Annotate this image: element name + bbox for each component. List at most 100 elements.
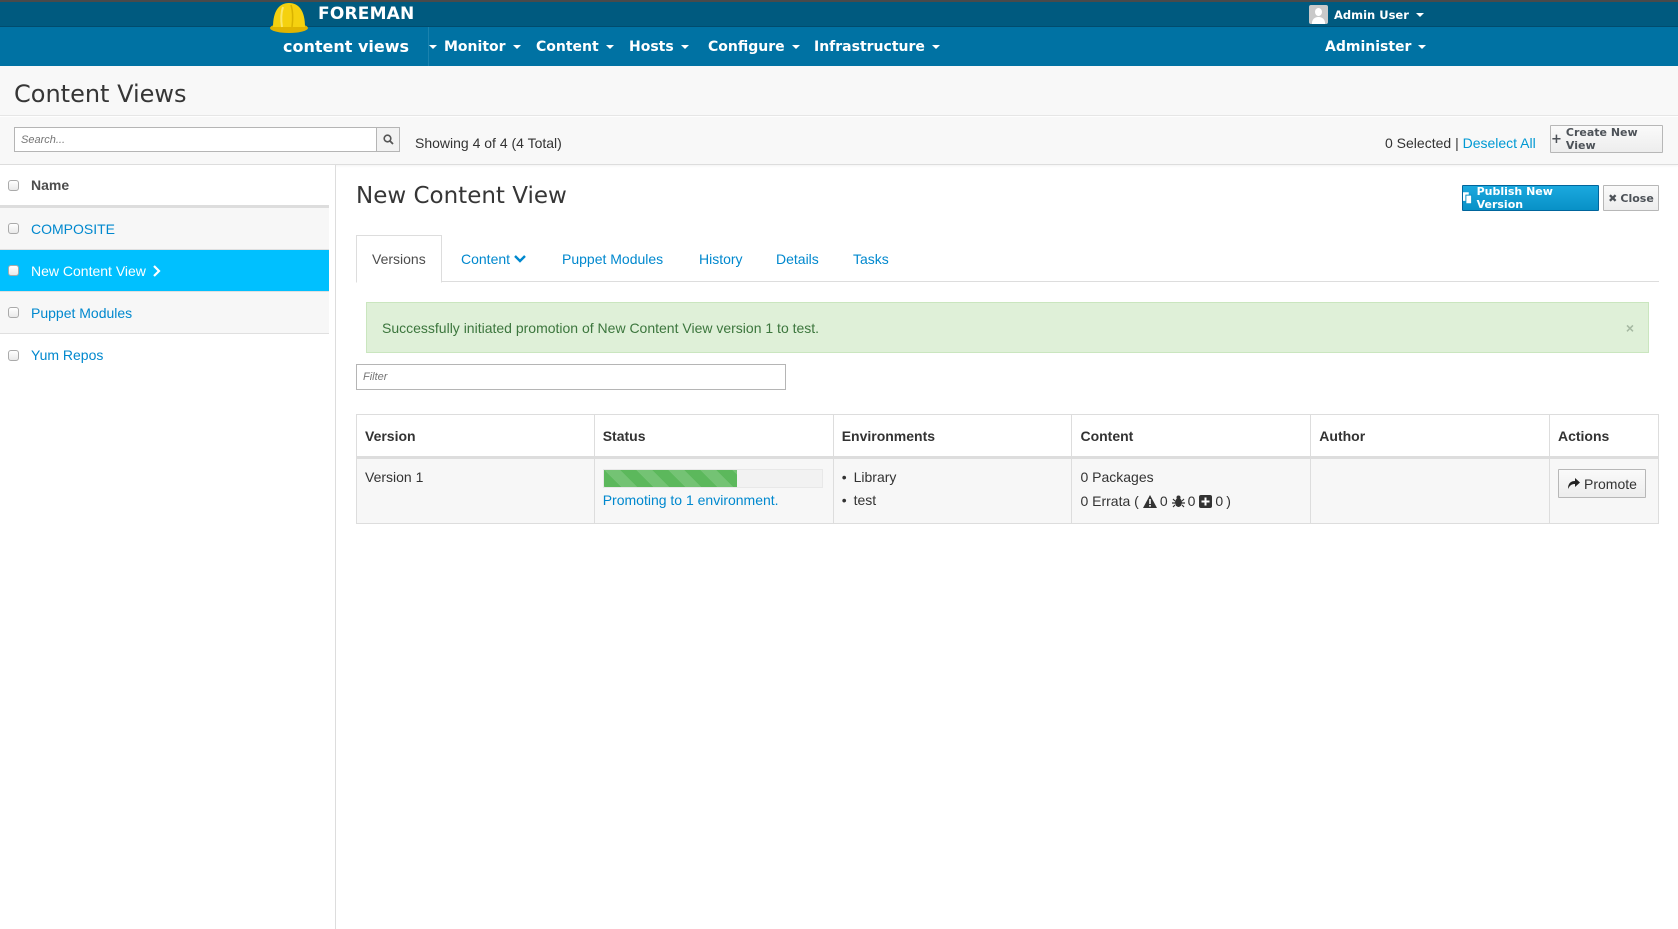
status-link[interactable]: Promoting to 1 environment. [603,492,825,508]
column-header-author[interactable]: Author [1310,414,1550,459]
caret-down-icon [1418,44,1427,49]
nav-administer[interactable]: Administer [1325,27,1427,66]
nav-hosts[interactable]: Hosts [629,27,689,66]
environments-cell: Library test [832,457,1073,524]
nav-label: Infrastructure [814,38,925,55]
nav-monitor[interactable]: Monitor [444,27,521,66]
caret-down-icon [680,44,689,49]
row-checkbox[interactable] [8,349,19,361]
version-cell: Version 1 [356,457,595,524]
column-header-version[interactable]: Version [356,414,595,459]
close-button[interactable]: ✖ Close [1603,185,1659,211]
list-item-active[interactable]: New Content View [0,250,329,292]
user-menu[interactable]: Admin User [1309,5,1424,24]
tab-label: Versions [372,251,426,267]
user-avatar-icon [1309,5,1328,24]
tab-content[interactable]: Content [461,235,526,282]
bug-icon [1171,495,1185,508]
tab-puppet-modules[interactable]: Puppet Modules [562,235,663,282]
search-button[interactable] [376,127,400,152]
errata-label: 0 Errata ( [1080,493,1139,509]
environment-item: test [842,492,1064,508]
column-header-name: Name [31,177,70,193]
select-all-checkbox[interactable] [8,179,19,191]
actions-cell: Promote [1548,457,1660,524]
version-label: Version 1 [365,469,424,485]
caret-down-icon [605,44,614,49]
nav-configure[interactable]: Configure [708,27,800,66]
copy-icon [1463,192,1473,204]
search-icon [382,134,394,145]
versions-table: Version Status Environments Content Auth… [356,414,1660,524]
list-item[interactable]: Puppet Modules [0,292,329,334]
button-label: Promote [1584,475,1637,492]
content-view-link[interactable]: COMPOSITE [31,221,115,237]
caret-down-icon [429,44,438,49]
page-header [0,66,1678,116]
column-header-content[interactable]: Content [1071,414,1312,459]
author-cell [1310,457,1550,524]
tab-label: Puppet Modules [562,250,664,267]
nav-label: Content [536,38,599,55]
create-new-view-button[interactable]: + Create New View [1550,125,1663,153]
content-view-link[interactable]: Yum Repos [31,347,103,363]
list-item[interactable]: Yum Repos [0,334,329,376]
button-label: Close [1620,191,1654,205]
plus-square-icon [1199,494,1213,508]
promote-button[interactable]: Promote [1557,469,1646,498]
context-menu[interactable]: content views [283,27,438,66]
nav-divider [428,27,429,66]
publish-new-version-button[interactable]: Publish New Version [1462,185,1599,211]
alert-close-icon[interactable]: × [1626,320,1634,336]
errata-enhancement-count: 0 [1215,493,1224,509]
security-warning-icon [1142,494,1157,508]
close-icon: ✖ [1608,191,1618,205]
row-checkbox[interactable] [8,307,19,318]
page-title: Content Views [14,80,187,108]
tab-details[interactable]: Details [776,235,819,282]
chevron-right-icon [153,264,161,277]
errata-bugfix-count: 0 [1187,493,1196,509]
content-view-list: Name COMPOSITE New Content View Puppet M… [0,165,336,929]
search-input[interactable] [14,127,377,152]
chevron-down-icon [514,255,526,263]
progress-fill [603,470,737,487]
tab-label: Details [776,250,819,267]
errata-security-count: 0 [1159,493,1168,509]
nav-infrastructure[interactable]: Infrastructure [814,27,940,66]
nav-content[interactable]: Content [536,27,614,66]
errata-summary: 0 Errata ( 0 0 0 ) [1080,493,1302,509]
row-checkbox[interactable] [8,223,19,234]
button-label: Publish New Version [1476,185,1553,211]
user-name: Admin User [1334,7,1409,22]
nav-label: Administer [1325,38,1412,55]
button-label: Create New View [1565,126,1638,152]
list-item[interactable]: COMPOSITE [0,208,329,250]
deselect-all-link[interactable]: Deselect All [1463,135,1536,151]
content-view-title: New Content View [356,183,567,209]
column-header-environments[interactable]: Environments [832,414,1073,459]
content-cell: 0 Packages 0 Errata ( 0 0 0 ) [1071,457,1312,524]
caret-down-icon [512,44,521,49]
errata-close-paren: ) [1226,493,1231,509]
selection-status: 0 Selected | Deselect All [1385,135,1536,151]
row-checkbox[interactable] [8,265,19,276]
content-view-link[interactable]: New Content View [31,263,146,279]
brand-name[interactable]: FOREMAN [318,4,414,24]
table-row: Version 1 Promoting to 1 environment. Li… [356,457,1660,524]
tab-tasks[interactable]: Tasks [853,235,889,282]
column-header-status[interactable]: Status [593,414,834,459]
tab-history[interactable]: History [699,235,743,282]
filter-input[interactable] [356,364,786,390]
nav-label: Configure [708,38,785,55]
content-view-link[interactable]: Puppet Modules [31,305,132,321]
result-count: Showing 4 of 4 (4 Total) [415,135,562,151]
environment-item: Library [842,469,1064,485]
column-header-actions: Actions [1548,414,1660,459]
nav-label: Monitor [444,38,506,55]
share-arrow-icon [1568,478,1581,489]
alert-message: Successfully initiated promotion of New … [382,319,820,336]
detail-tabs: Versions Content Puppet Modules History … [356,235,1659,283]
tab-versions[interactable]: Versions [356,235,442,283]
plus-icon: + [1551,131,1562,147]
